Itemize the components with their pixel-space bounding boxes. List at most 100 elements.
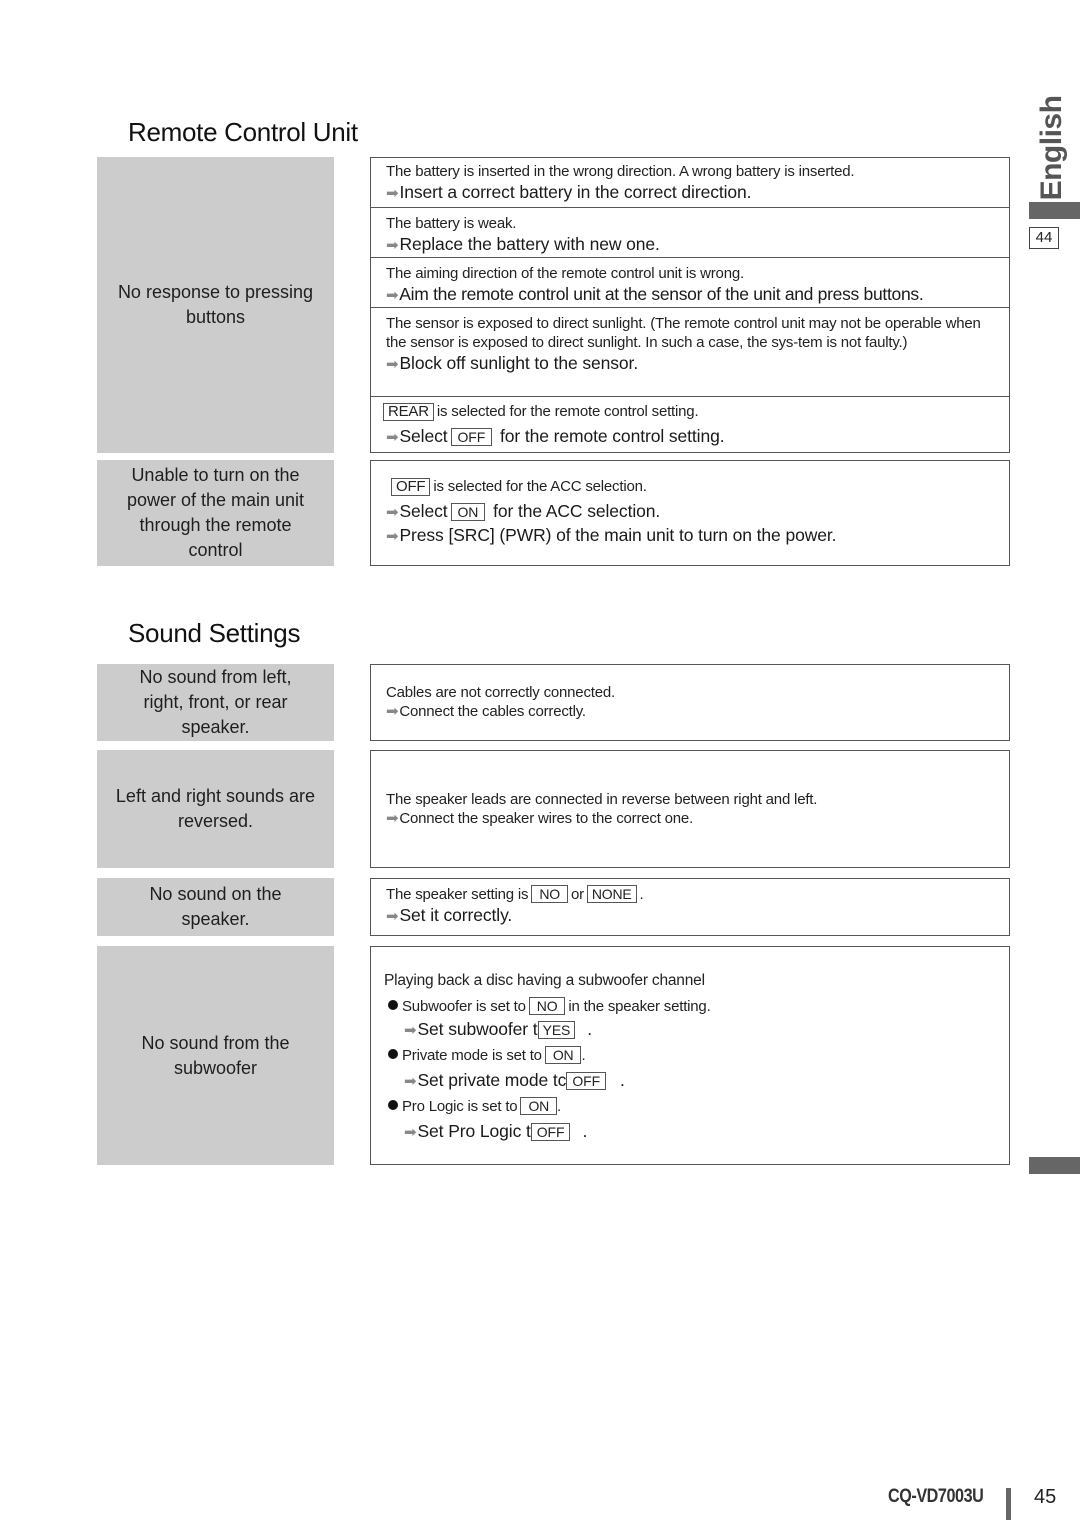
fix-line: ➡Set subwoofer t YES. — [404, 1018, 1009, 1042]
arrow-right-icon: ➡ — [386, 528, 399, 545]
cause-text: The battery is weak. — [386, 215, 517, 232]
fix-line: ➡Block off sunlight to the sensor. — [386, 352, 989, 376]
arrow-right-icon: ➡ — [386, 429, 399, 446]
cause-text: . — [557, 1098, 562, 1115]
fix-line: ➡Set it correctly. — [386, 904, 1009, 928]
remedy-cell: The aiming direction of the remote contr… — [371, 258, 1009, 308]
remedy-box-speaker-setting: The speaker setting is NO or NONE. ➡Set it … — [370, 878, 1010, 936]
remedy-box-reversed: The speaker leads are connected in rever… — [370, 750, 1010, 868]
remedy-box-unable-power: OFF is selected for the ACC selection. ➡S… — [370, 460, 1010, 566]
symptom-no-response: No response to pressing buttons — [97, 157, 334, 453]
remedy-cell: The speaker leads are connected in rever… — [371, 751, 1009, 832]
model-number: CQ-VD7003U — [888, 1486, 984, 1507]
setting-value-box: NONE — [586, 885, 637, 903]
remedy-box-subwoofer: Playing back a disc having a subwoofer c… — [370, 946, 1010, 1165]
arrow-right-icon: ➡ — [386, 237, 399, 254]
arrow-right-icon: ➡ — [404, 1022, 417, 1039]
remedy-cell: The speaker setting is NO or NONE. ➡Set it … — [371, 879, 1009, 932]
remedy-cell: Cables are not correctly connected. ➡Con… — [371, 665, 1009, 725]
symptom-reversed: Left and right sounds are reversed. — [97, 750, 334, 868]
fix-pre: Select — [399, 501, 448, 521]
remedy-cell: REAR is selected for the remote control s… — [371, 397, 1009, 451]
arrow-right-icon: ➡ — [386, 185, 399, 202]
page-reference-box[interactable]: 44 — [1029, 227, 1059, 249]
symptom-unable-power: Unable to turn on the power of the main … — [97, 460, 334, 566]
page-number: 45 — [1034, 1486, 1057, 1508]
setting-value-box: OFF — [450, 428, 493, 446]
fix-text: Press [SRC] (PWR) of the main unit to tu… — [399, 525, 837, 545]
section-title-sound-settings: Sound Settings — [128, 618, 301, 648]
symptom-text: Unable to turn on the power of the main … — [126, 465, 305, 560]
section-title-remote-control: Remote Control Unit — [128, 117, 358, 147]
language-tab-bar — [1029, 202, 1080, 219]
intro-text: Playing back a disc having a subwoofer c… — [384, 972, 705, 989]
setting-value-box: ON — [544, 1046, 582, 1064]
cause-text: is selected for the ACC selection. — [433, 478, 647, 495]
fix-text: for the ACC selection. — [493, 501, 661, 521]
fix-line: ➡Press [SRC] (PWR) of the main unit to t… — [386, 524, 1009, 548]
arrow-right-icon: ➡ — [404, 1073, 417, 1090]
fix-text: Insert a correct battery in the correct … — [399, 182, 752, 202]
remedy-box-cables: Cables are not correctly connected. ➡Con… — [370, 664, 1010, 741]
setting-value-box: OFF — [391, 478, 431, 496]
cause-text: The aiming direction of the remote contr… — [386, 265, 744, 282]
arrow-right-icon: ➡ — [386, 908, 399, 925]
fix-text: . — [620, 1070, 625, 1090]
fix-text: Set it correctly. — [399, 905, 513, 925]
fix-line: ➡Replace the battery with new one. — [386, 233, 1009, 257]
cause-text: The speaker leads are connected in rever… — [386, 791, 818, 808]
symptom-text: No sound on the speaker. — [149, 884, 282, 929]
setting-value-box: OFF — [530, 1123, 571, 1141]
setting-value-box: NO — [531, 885, 568, 903]
setting-value-box: YES — [537, 1021, 576, 1039]
fix-text: Replace the battery with new one. — [399, 234, 660, 254]
cause-text: Subwoofer is set to — [402, 998, 526, 1015]
cause-text: . — [581, 1047, 586, 1064]
fix-line: ➡Connect the speaker wires to the correc… — [386, 809, 1009, 828]
remedy-cell: OFF is selected for the ACC selection. ➡S… — [371, 461, 1009, 552]
cause-text: in the speaker setting. — [568, 998, 711, 1015]
language-tab: English — [1024, 95, 1080, 200]
cause-text: The sensor is exposed to direct sunlight… — [386, 315, 981, 351]
cause-line: Private mode is set to ON. — [388, 1046, 1009, 1065]
cause-line: OFF is selected for the ACC selection. — [386, 477, 1009, 496]
symptom-no-sound-subwoofer: No sound from the subwoofer — [97, 946, 334, 1165]
fix-text: . — [582, 1121, 588, 1141]
footer-divider — [1006, 1488, 1011, 1520]
symptom-text: No sound from the subwoofer — [141, 1032, 290, 1078]
symptom-text: No sound from left, right, front, or rea… — [139, 667, 292, 737]
symptom-no-sound-on-speaker: No sound on the speaker. — [97, 878, 334, 936]
bullet-icon — [388, 1049, 398, 1059]
fix-text: Set subwoofer t — [417, 1019, 538, 1039]
remedy-cell: The battery is weak. ➡Replace the batter… — [371, 208, 1009, 258]
cause-line: The speaker setting is NO or NONE. — [386, 885, 1009, 904]
cause-text: . — [639, 886, 644, 903]
bullet-icon — [388, 1100, 398, 1110]
bullet-icon — [388, 1000, 398, 1010]
arrow-right-icon: ➡ — [404, 1124, 417, 1141]
fix-text: . — [587, 1019, 593, 1039]
cause-text: Cables are not correctly connected. — [386, 684, 615, 701]
setting-value-box: ON — [520, 1097, 558, 1115]
cause-line: Subwoofer is set to NO in the speaker sett… — [388, 997, 1009, 1016]
remedy-cell: The sensor is exposed to direct sunlight… — [371, 308, 1009, 397]
cause-text: Private mode is set to — [402, 1047, 542, 1064]
cause-text: Pro Logic is set to — [402, 1098, 518, 1115]
language-label: English — [1035, 95, 1068, 200]
setting-value-box: ON — [450, 503, 486, 521]
fix-text: for the remote control setting. — [499, 426, 725, 446]
setting-value-box: NO — [528, 997, 566, 1015]
cause-text: or — [570, 886, 584, 903]
setting-value-box: OFF — [566, 1072, 607, 1090]
fix-text: Set private mode tc — [417, 1070, 567, 1090]
fix-line: ➡Connect the cables correctly. — [386, 702, 1009, 721]
symptom-no-sound-speaker: No sound from left, right, front, or rea… — [97, 664, 334, 741]
fix-text: Connect the speaker wires to the correct… — [399, 810, 694, 827]
symptom-text: No response to pressing buttons — [117, 282, 314, 327]
remedy-box-no-response: The battery is inserted in the wrong dir… — [370, 157, 1010, 453]
arrow-right-icon: ➡ — [386, 810, 399, 827]
cause-line: Pro Logic is set to ON. — [388, 1097, 1009, 1116]
fix-text: Block off sunlight to the sensor. — [399, 353, 639, 373]
arrow-right-icon: ➡ — [386, 287, 399, 304]
remedy-cell: The battery is inserted in the wrong dir… — [371, 158, 1009, 208]
